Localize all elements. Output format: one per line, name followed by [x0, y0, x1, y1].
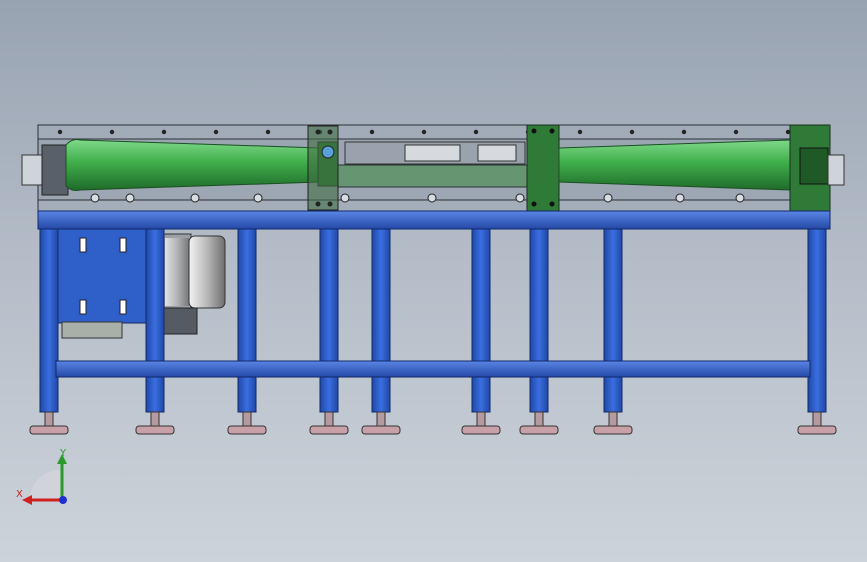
- foot-stem: [534, 411, 544, 427]
- foot-pad: [461, 425, 501, 435]
- frame-top-beam: [37, 210, 831, 230]
- foot-pad: [519, 425, 559, 435]
- foot-pad: [797, 425, 837, 435]
- conveyor-model[interactable]: Y X: [0, 0, 867, 562]
- left-bearing-plate: [307, 125, 339, 211]
- bolt: [213, 129, 219, 135]
- foot-stem: [44, 411, 54, 427]
- bolt-hole: [190, 193, 200, 203]
- y-axis-label: Y: [59, 448, 67, 459]
- foot-stem: [150, 411, 160, 427]
- leveling-feet: [29, 411, 837, 435]
- bolt-hole: [427, 193, 437, 203]
- bolt: [57, 129, 63, 135]
- foot-pad: [593, 425, 633, 435]
- bolt: [629, 129, 635, 135]
- foot-stem: [812, 411, 822, 427]
- frame-leg: [237, 228, 257, 413]
- cad-viewport[interactable]: Y X: [0, 0, 867, 562]
- foot-pad: [135, 425, 175, 435]
- foot-stem: [476, 411, 486, 427]
- bolt-hole: [603, 193, 613, 203]
- bolt-hole: [675, 193, 685, 203]
- right-bearing-plate: [526, 124, 560, 212]
- bolt-hole: [735, 193, 745, 203]
- foot-stem: [324, 411, 334, 427]
- chain-section: [337, 141, 529, 188]
- frame-legs: [39, 228, 827, 413]
- frame-leg: [529, 228, 549, 413]
- bolt: [265, 129, 271, 135]
- foot-pad: [309, 425, 349, 435]
- bolt: [109, 129, 115, 135]
- frame-leg: [319, 228, 339, 413]
- frame-leg: [471, 228, 491, 413]
- coordinate-triad[interactable]: Y X: [16, 448, 67, 505]
- foot-pad: [227, 425, 267, 435]
- x-axis-label: X: [16, 489, 23, 500]
- bolt: [161, 129, 167, 135]
- foot-stem: [376, 411, 386, 427]
- bolt: [681, 129, 687, 135]
- bolt: [473, 129, 479, 135]
- bolt-hole: [90, 193, 100, 203]
- frame-leg: [371, 228, 391, 413]
- foot-stem: [242, 411, 252, 427]
- bolt: [733, 129, 739, 135]
- bolt-hole: [253, 193, 263, 203]
- bolt-hole: [340, 193, 350, 203]
- drive-motor[interactable]: [162, 233, 226, 335]
- frame-leg: [603, 228, 623, 413]
- foot-pad: [29, 425, 69, 435]
- frame-leg: [145, 228, 165, 413]
- bolt: [577, 129, 583, 135]
- foot-stem: [608, 411, 618, 427]
- frame-lower-beam: [55, 360, 811, 378]
- frame-leg: [807, 228, 827, 413]
- foot-pad: [361, 425, 401, 435]
- frame-leg: [39, 228, 59, 413]
- bolt: [421, 129, 427, 135]
- bolt-hole: [125, 193, 135, 203]
- bolt: [369, 129, 375, 135]
- bolt-hole: [515, 193, 525, 203]
